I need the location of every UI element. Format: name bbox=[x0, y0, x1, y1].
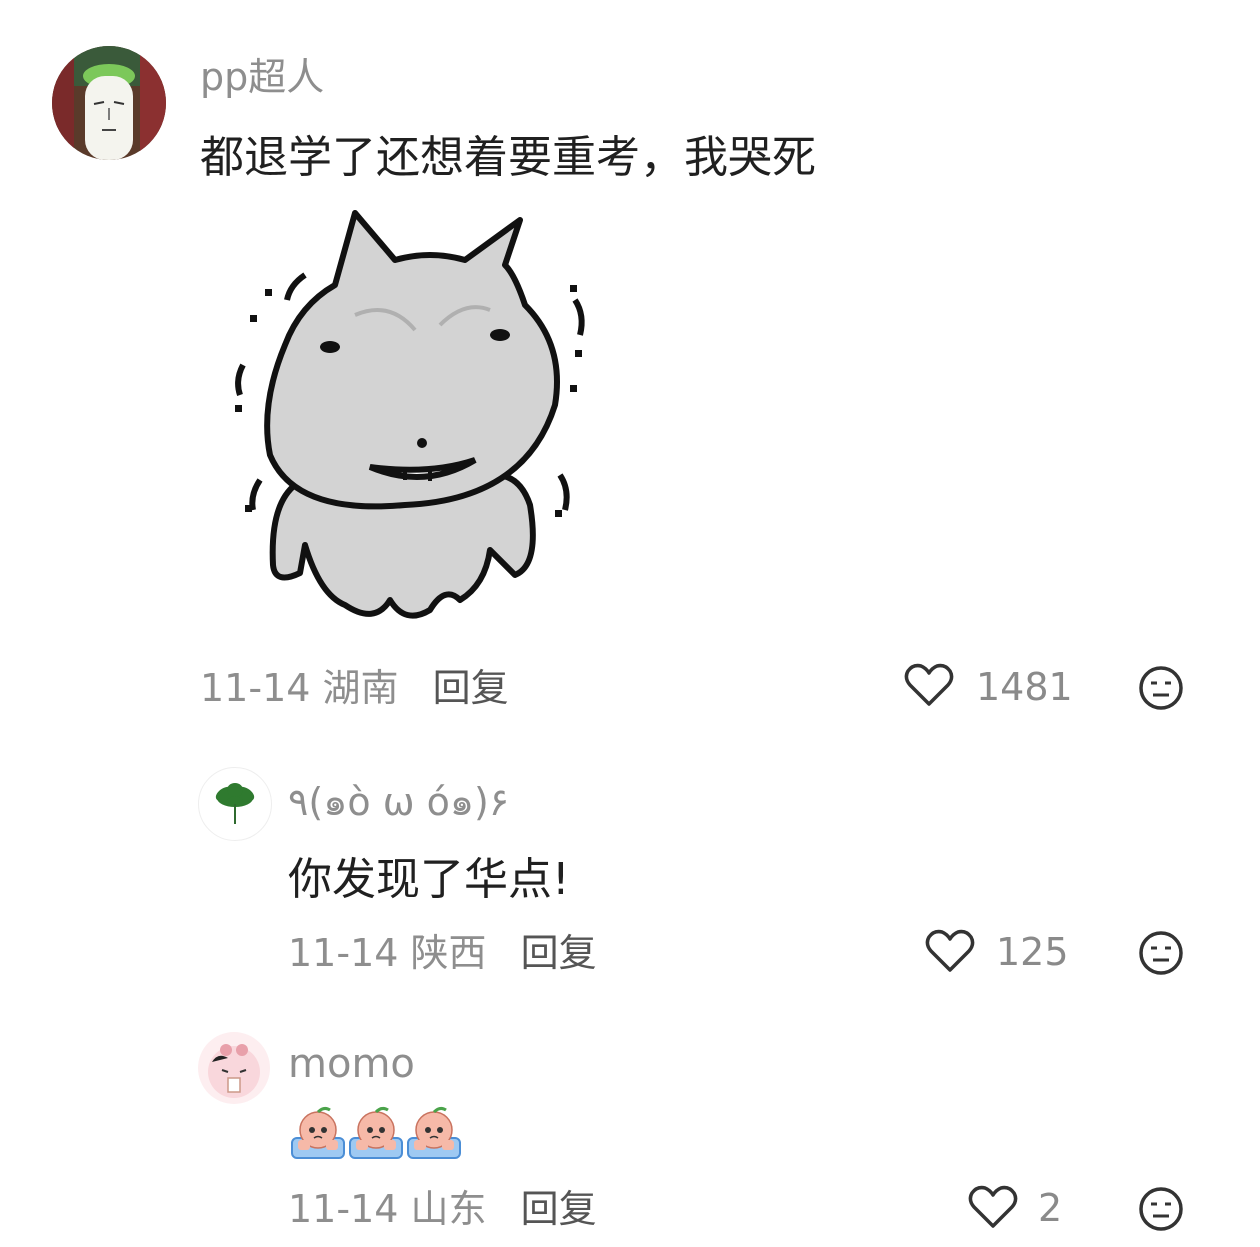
username[interactable]: ٩(๑ò ω ó๑)۶ bbox=[288, 778, 509, 826]
comment-region: 山东 bbox=[410, 1187, 487, 1231]
reply-button[interactable]: 回复 bbox=[433, 666, 509, 710]
heart-outline-icon[interactable] bbox=[925, 928, 975, 974]
like-count: 1481 bbox=[976, 665, 1073, 709]
comment-text: 你发现了华点! bbox=[288, 854, 570, 905]
grumpy-cat-sticker[interactable] bbox=[225, 205, 595, 630]
avatar[interactable] bbox=[198, 1032, 270, 1104]
heart-outline-icon[interactable] bbox=[968, 1184, 1018, 1230]
comment-meta: 11-14 湖南 回复 bbox=[200, 664, 509, 712]
like-count: 125 bbox=[996, 930, 1069, 974]
comment-date: 11-14 bbox=[200, 666, 311, 710]
comment-text: 都退学了还想着要重考，我哭死 bbox=[200, 132, 816, 183]
meh-face-icon[interactable] bbox=[1137, 1185, 1185, 1233]
meh-face-icon[interactable] bbox=[1137, 664, 1185, 712]
username[interactable]: momo bbox=[288, 1039, 415, 1089]
avatar[interactable] bbox=[198, 767, 272, 841]
reply-button[interactable]: 回复 bbox=[521, 931, 597, 975]
comment-date: 11-14 bbox=[288, 931, 399, 975]
emoji-row bbox=[290, 1104, 465, 1160]
heart-outline-icon[interactable] bbox=[904, 662, 954, 708]
comment-region: 湖南 bbox=[322, 666, 399, 710]
username[interactable]: pp超人 bbox=[200, 52, 324, 102]
like-count: 2 bbox=[1038, 1186, 1063, 1230]
comment-region: 陕西 bbox=[410, 931, 487, 975]
reply-button[interactable]: 回复 bbox=[521, 1187, 597, 1231]
avatar[interactable] bbox=[52, 46, 166, 160]
comment-date: 11-14 bbox=[288, 1187, 399, 1231]
meh-face-icon[interactable] bbox=[1137, 929, 1185, 977]
comment-meta: 11-14 山东 回复 bbox=[288, 1185, 597, 1233]
comment-meta: 11-14 陕西 回复 bbox=[288, 929, 597, 977]
